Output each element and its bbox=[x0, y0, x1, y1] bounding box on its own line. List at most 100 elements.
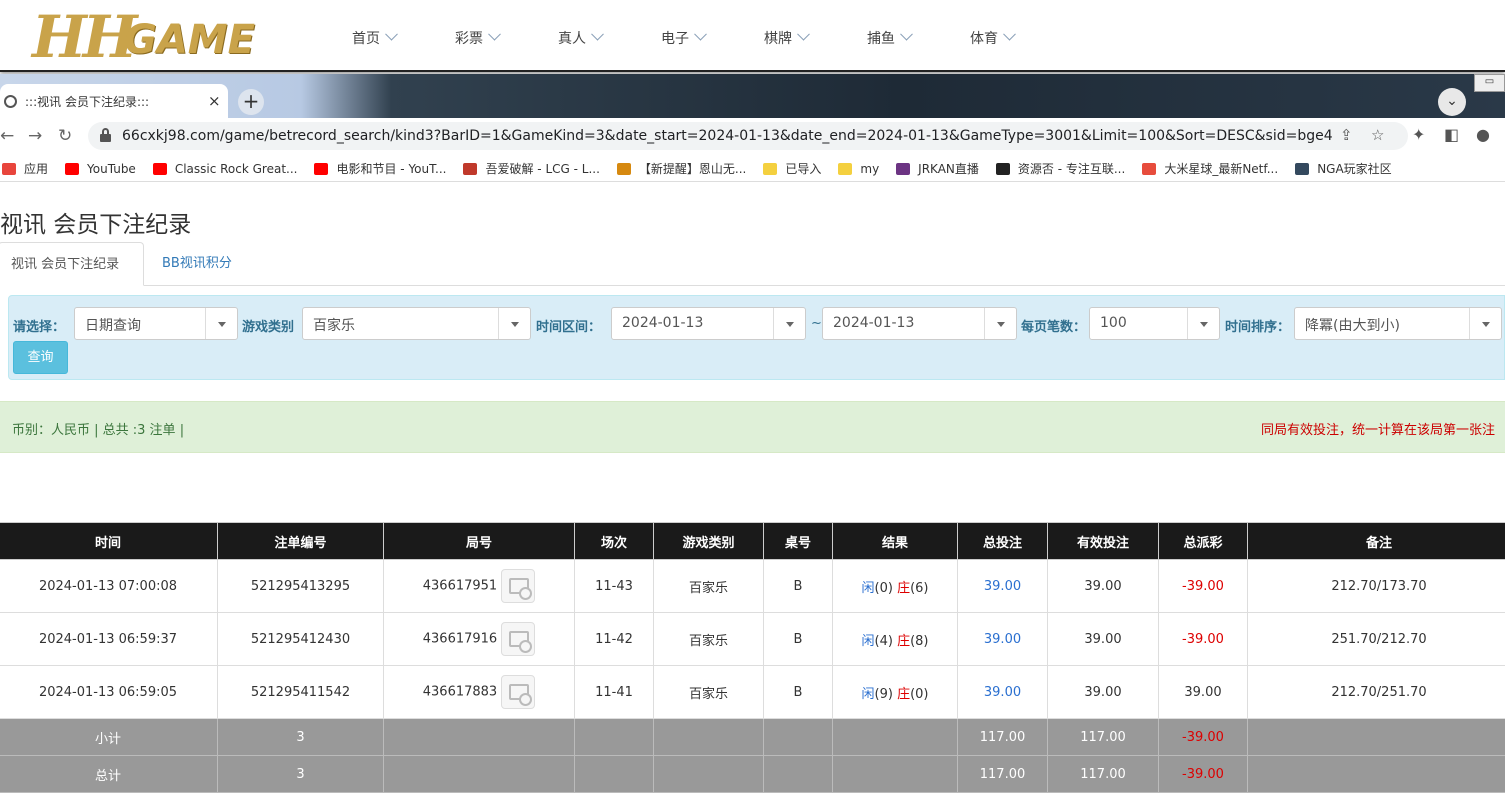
round-number: 436617883 bbox=[422, 684, 498, 700]
url-text: 66cxkj98.com/game/betrecord_search/kind3… bbox=[122, 128, 1332, 144]
bookmark-item[interactable]: 资源否 - 专注互联... bbox=[995, 160, 1126, 177]
video-replay-icon[interactable] bbox=[501, 675, 536, 709]
tab-bet-record[interactable]: 视讯 会员下注纪录 bbox=[0, 242, 144, 286]
tab-bb-points[interactable]: BB视讯积分 bbox=[150, 242, 244, 286]
chevron-down-icon bbox=[591, 27, 604, 41]
date-start-select[interactable]: 2024-01-13 bbox=[611, 307, 806, 340]
video-replay-icon[interactable] bbox=[501, 622, 536, 656]
cell-payout: -39.00 bbox=[1158, 612, 1248, 666]
nav-item-fishing[interactable]: 捕鱼 bbox=[867, 27, 970, 48]
url-input[interactable]: 66cxkj98.com/game/betrecord_search/kind3… bbox=[88, 122, 1408, 150]
round-number: 436617916 bbox=[422, 631, 498, 647]
profile-icon[interactable]: ● bbox=[1476, 125, 1490, 144]
col-time: 时间 bbox=[0, 522, 218, 560]
cell-result: 闲(9) 庄(0) bbox=[832, 665, 958, 719]
chevron-down-icon bbox=[385, 27, 398, 41]
bookmark-icon bbox=[896, 162, 911, 175]
game-type-label: 游戏类别 bbox=[242, 320, 295, 335]
subtotal-count: 3 bbox=[217, 718, 384, 756]
page-limit-select[interactable]: 100 bbox=[1089, 307, 1220, 340]
site-logo[interactable]: HH GAME bbox=[32, 6, 297, 68]
new-tab-button[interactable]: + bbox=[238, 89, 264, 115]
col-payout: 总派彩 bbox=[1158, 522, 1248, 560]
chevron-down-icon bbox=[900, 27, 913, 41]
bookmark-label: NGA玩家社区 bbox=[1317, 162, 1392, 176]
video-replay-icon[interactable] bbox=[501, 569, 536, 603]
cell-round: 436617916 bbox=[383, 612, 575, 666]
col-valid: 有效投注 bbox=[1047, 522, 1159, 560]
table-row: 2024-01-13 06:59:05 521295411542 436617883… bbox=[0, 665, 1505, 719]
select-value: 2024-01-13 bbox=[622, 315, 704, 331]
nav-label: 真人 bbox=[558, 31, 586, 47]
bookmark-item[interactable]: JRKAN直播 bbox=[896, 160, 979, 177]
browser-tab[interactable]: :::视讯 会员下注纪录::: × bbox=[0, 84, 228, 118]
globe-icon bbox=[4, 94, 17, 108]
side-panel-icon[interactable]: ◧ bbox=[1444, 125, 1459, 144]
cell-bet-id: 521295412430 bbox=[217, 612, 384, 666]
extensions-icon[interactable]: ✦ bbox=[1412, 125, 1425, 144]
query-button[interactable]: 查询 bbox=[13, 341, 68, 374]
reload-icon[interactable]: ↻ bbox=[58, 126, 72, 146]
bookmark-item[interactable]: 已导入 bbox=[763, 160, 821, 177]
browser-tabbar: :::视讯 会员下注纪录::: × bbox=[0, 74, 1505, 118]
table-row: 2024-01-13 07:00:08 521295413295 436617951… bbox=[0, 559, 1505, 613]
nav-item-sports[interactable]: 体育 bbox=[970, 27, 1073, 48]
bookmark-item[interactable]: 【新提醒】恩山无... bbox=[616, 160, 747, 177]
summary-notice: 同局有效投注，统一计算在该局第一张注 bbox=[1261, 423, 1496, 438]
star-icon[interactable]: ☆ bbox=[1371, 126, 1384, 144]
nav-item-live[interactable]: 真人 bbox=[558, 27, 661, 48]
share-icon[interactable]: ⇪ bbox=[1340, 126, 1353, 144]
chevron-down-icon bbox=[1187, 308, 1219, 339]
query-type-select[interactable]: 日期查询 bbox=[74, 307, 238, 340]
select-value: 日期查询 bbox=[85, 318, 141, 334]
bookmark-item[interactable]: my bbox=[838, 162, 879, 176]
chevron-down-icon bbox=[498, 308, 530, 339]
chevron-down-icon bbox=[797, 27, 810, 41]
sort-select[interactable]: 降冪(由大到小) bbox=[1294, 307, 1502, 340]
total-payout: -39.00 bbox=[1158, 755, 1248, 793]
player-score: (0) bbox=[874, 580, 893, 596]
col-bet-id: 注单编号 bbox=[217, 522, 384, 560]
close-icon[interactable]: × bbox=[208, 92, 228, 110]
bookmark-item[interactable]: Classic Rock Great... bbox=[152, 162, 297, 176]
bookmark-item[interactable]: 大米星球_最新Netf... bbox=[1142, 160, 1278, 177]
forward-icon[interactable]: → bbox=[28, 126, 42, 146]
bookmark-item[interactable]: NGA玩家社区 bbox=[1295, 160, 1392, 177]
bookmark-icon bbox=[995, 162, 1010, 175]
nav-item-home[interactable]: 首页 bbox=[352, 27, 455, 48]
chevron-down-icon bbox=[984, 308, 1016, 339]
bookmark-label: 【新提醒】恩山无... bbox=[638, 162, 747, 176]
date-end-select[interactable]: 2024-01-13 bbox=[822, 307, 1017, 340]
subtotal-valid: 117.00 bbox=[1047, 718, 1159, 756]
cell-valid: 39.00 bbox=[1047, 665, 1159, 719]
bookmark-label: 资源否 - 专注互联... bbox=[1017, 162, 1126, 176]
cell-table: B bbox=[763, 559, 833, 613]
bookmark-item[interactable]: YouTube bbox=[65, 162, 136, 176]
player-label: 闲 bbox=[861, 580, 875, 596]
nav-item-lottery[interactable]: 彩票 bbox=[455, 27, 558, 48]
col-round: 局号 bbox=[383, 522, 575, 560]
page-limit-label: 每页笔数： bbox=[1021, 320, 1087, 335]
bookmark-label: YouTube bbox=[87, 161, 136, 176]
banker-label: 庄 bbox=[897, 580, 911, 596]
restore-window-button[interactable]: ▭ bbox=[1474, 74, 1505, 92]
game-type-select[interactable]: 百家乐 bbox=[302, 307, 531, 340]
cell-valid: 39.00 bbox=[1047, 559, 1159, 613]
back-icon[interactable]: ← bbox=[0, 126, 14, 146]
nav-item-cards[interactable]: 棋牌 bbox=[764, 27, 867, 48]
nav-label: 捕鱼 bbox=[867, 31, 895, 47]
tab-search-button[interactable]: ⌄ bbox=[1438, 88, 1466, 116]
bookmark-item[interactable]: 应用 bbox=[2, 160, 48, 177]
page-title: 视讯 会员下注纪录 bbox=[0, 212, 192, 238]
nav-item-slots[interactable]: 电子 bbox=[661, 27, 764, 48]
bookmarks-bar: 应用 YouTube Classic Rock Great... 电影和节目 - Yo… bbox=[0, 156, 1505, 182]
banker-score: (8) bbox=[910, 633, 929, 649]
bookmark-item[interactable]: 电影和节目 - YouT... bbox=[314, 160, 446, 177]
subtotal-bet: 117.00 bbox=[957, 718, 1048, 756]
total-label: 总计 bbox=[0, 755, 218, 793]
sort-label: 时间排序： bbox=[1225, 320, 1291, 335]
bookmark-item[interactable]: 吾爱破解 - LCG - L... bbox=[463, 160, 600, 177]
bookmark-icon bbox=[463, 162, 478, 175]
lock-icon bbox=[100, 128, 111, 142]
total-bet: 117.00 bbox=[957, 755, 1048, 793]
